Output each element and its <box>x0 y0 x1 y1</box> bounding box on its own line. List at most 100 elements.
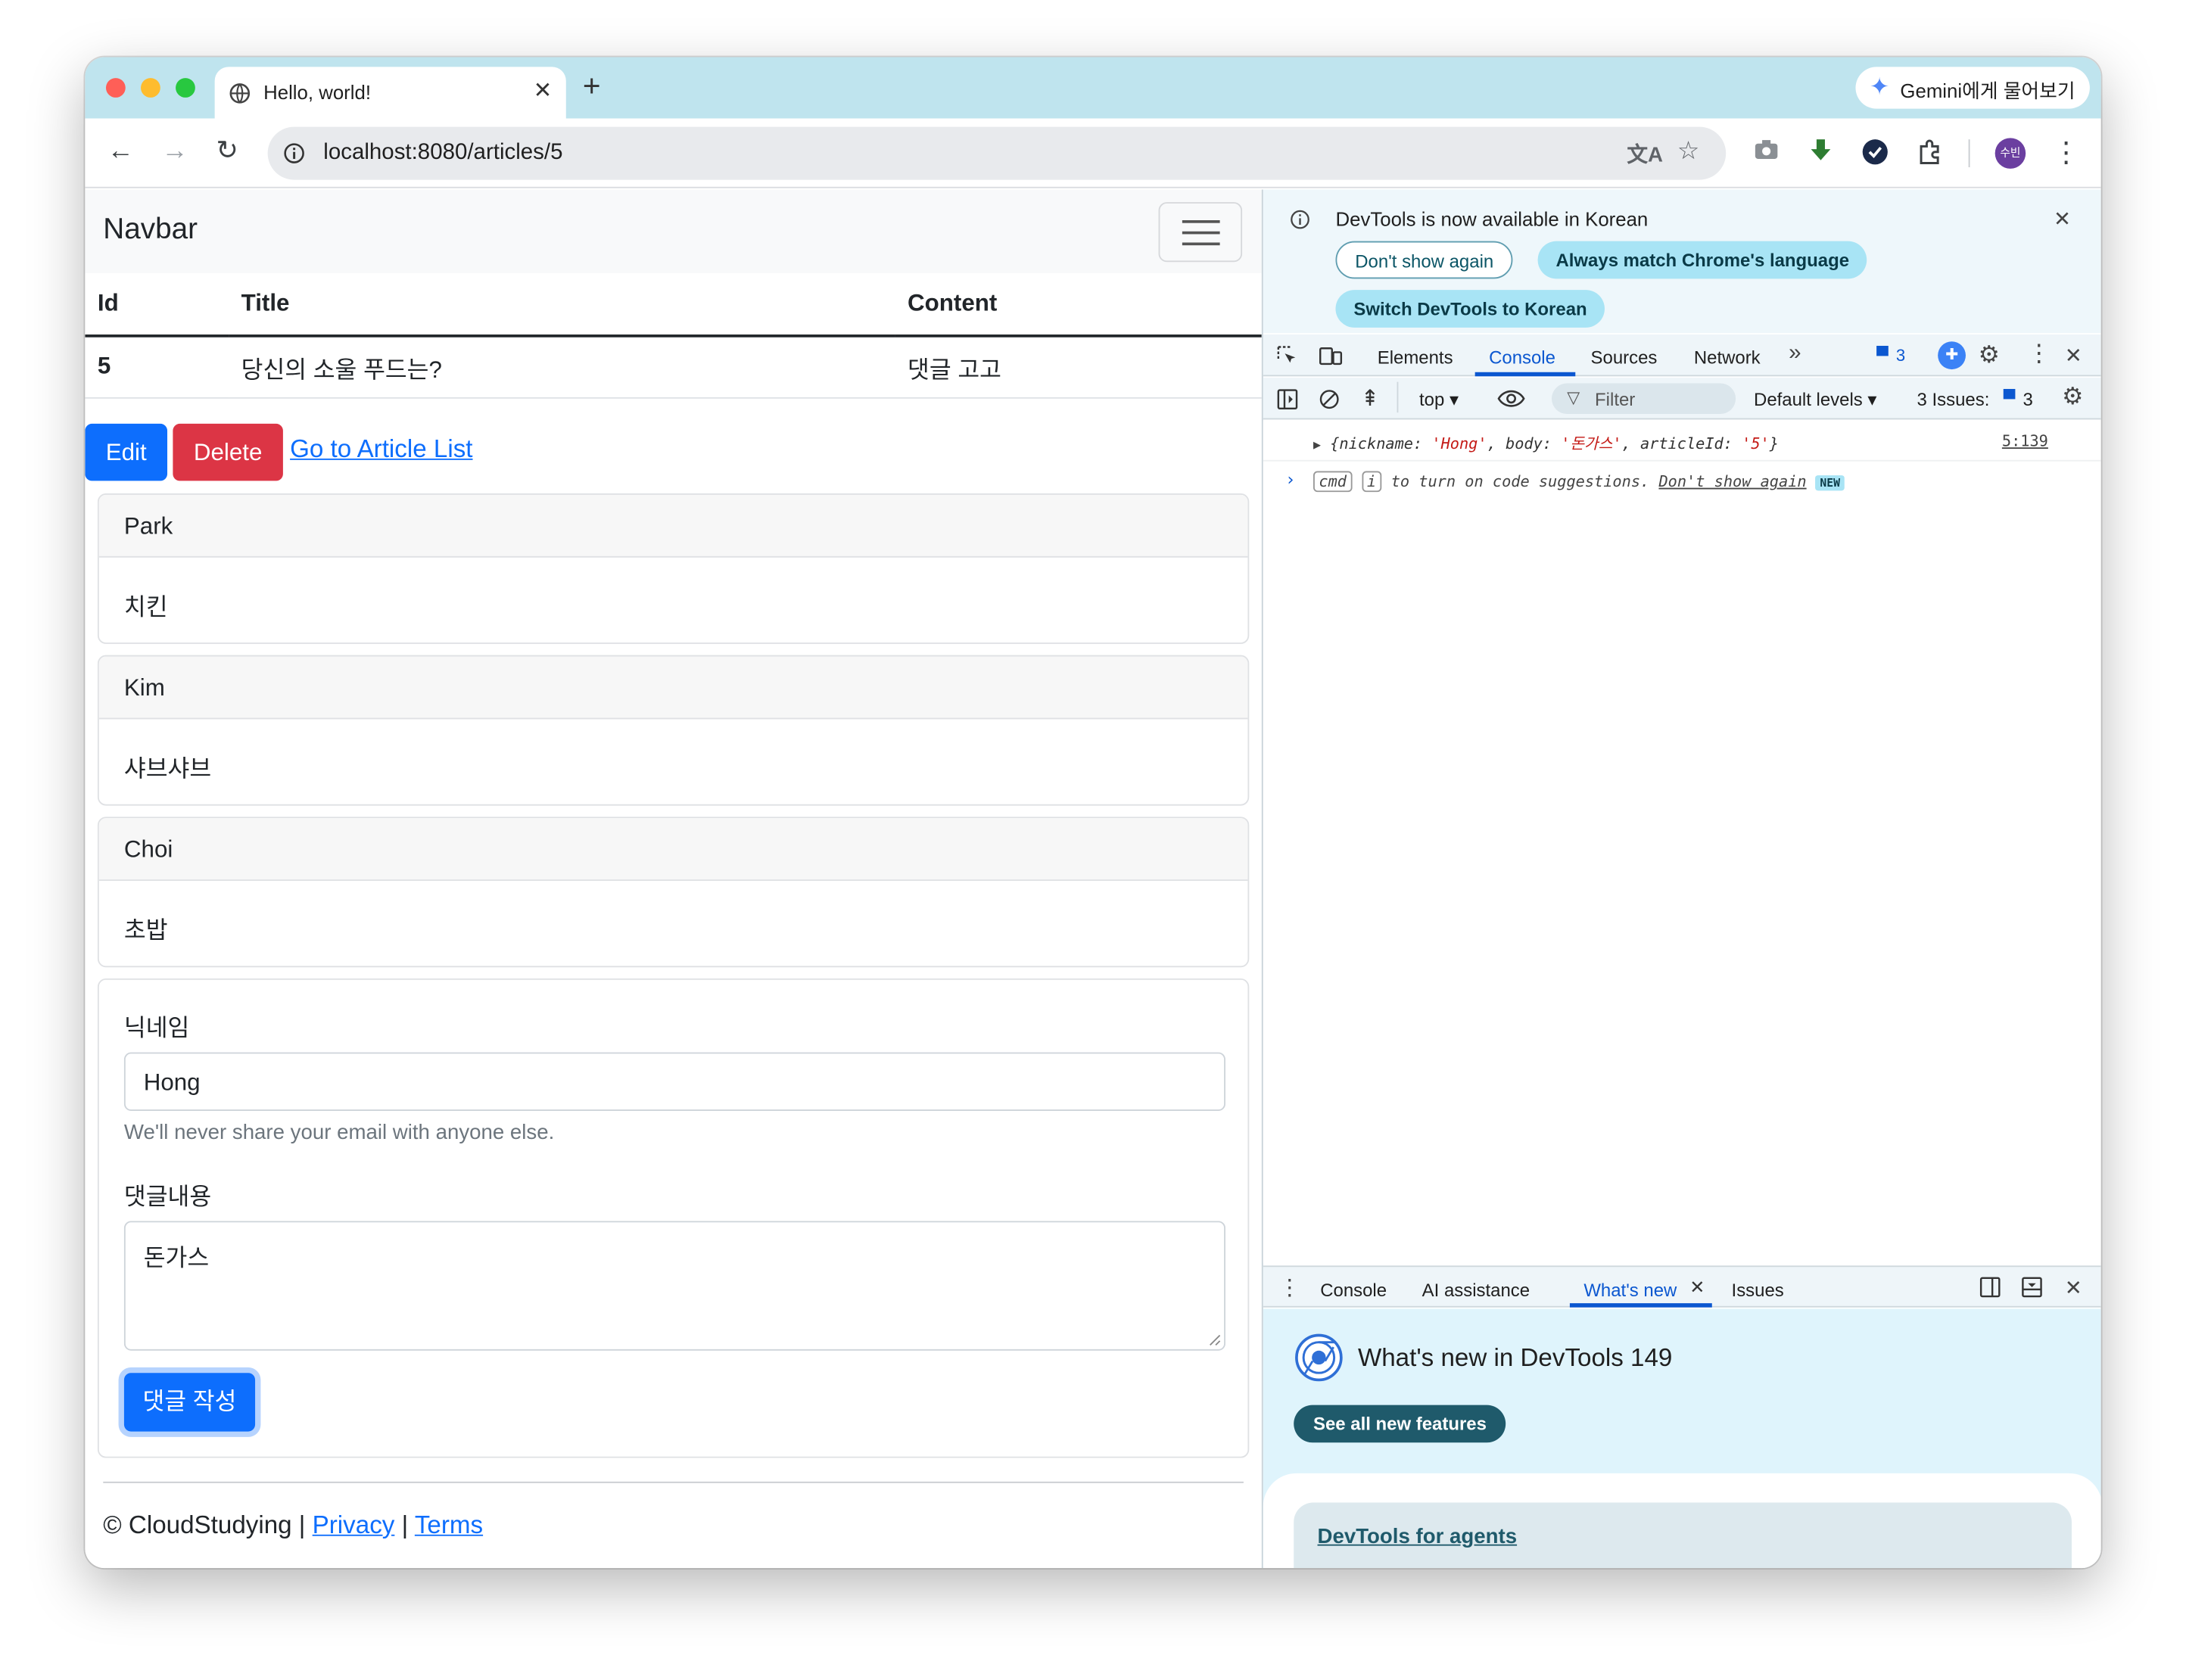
filter-icon: ▽ <box>1567 387 1580 407</box>
console-row-divider <box>1263 459 2101 462</box>
edit-button[interactable]: Edit <box>85 423 168 481</box>
drawer-tab-ai-assistance[interactable]: AI assistance <box>1422 1280 1530 1301</box>
ai-assistant-icon[interactable]: ✚ <box>1938 341 1966 370</box>
more-tabs-icon[interactable]: » <box>1789 341 1801 366</box>
minimize-window-button[interactable] <box>141 78 160 98</box>
tab-console[interactable]: Console <box>1489 347 1555 369</box>
feature-card[interactable]: DevTools for agents <box>1294 1502 2072 1569</box>
drawer-menu-icon[interactable]: ⋮ <box>1278 1274 1300 1302</box>
comment-body: 치킨 <box>123 593 168 621</box>
device-toolbar-icon[interactable] <box>1319 346 1343 367</box>
table-row: 5 당신의 소울 푸드는? 댓글 고고 <box>85 335 1262 398</box>
gemini-button[interactable]: ✦ Gemini에게 물어보기 <box>1855 67 2090 109</box>
tab-title: Hello, world! <box>263 80 371 104</box>
drawer-tab-console[interactable]: Console <box>1320 1280 1387 1301</box>
navbar-brand[interactable]: Navbar <box>103 213 198 247</box>
article-list-link[interactable]: Go to Article List <box>290 435 472 465</box>
article-id: 5 <box>85 335 229 398</box>
cmd-key: cmd <box>1313 471 1353 493</box>
check-icon[interactable] <box>1860 138 1891 169</box>
see-all-features-button[interactable]: See all new features <box>1294 1405 1506 1443</box>
back-icon[interactable]: ← <box>107 137 134 166</box>
expand-triangle-icon[interactable]: ▶ <box>1313 439 1321 453</box>
close-window-button[interactable] <box>105 78 126 98</box>
log-value: '돈가스' <box>1561 434 1622 453</box>
devtools-panel: DevTools is now available in Korean ✕ Do… <box>1261 189 2101 1569</box>
address-bar[interactable]: localhost:8080/articles/5 文A ☆ <box>267 126 1727 180</box>
table-header-row: Id Title Content <box>85 273 1262 338</box>
new-tab-button[interactable]: + <box>583 70 601 102</box>
tab-elements[interactable]: Elements <box>1378 347 1453 369</box>
context-selector[interactable]: top ▾ <box>1419 389 1459 411</box>
devtools-for-agents-link[interactable]: DevTools for agents <box>1318 1525 1518 1548</box>
sidebar-icon[interactable] <box>1277 389 1298 410</box>
clear-console-icon[interactable] <box>1319 389 1340 410</box>
filter-placeholder: Filter <box>1595 388 1636 410</box>
i-key: i <box>1361 471 1382 493</box>
comment-card: Kim 샤브샤브 <box>97 655 1250 806</box>
privacy-link[interactable]: Privacy <box>313 1511 395 1539</box>
log-value: 'Hong' <box>1431 434 1487 453</box>
close-devtools-icon[interactable]: ✕ <box>2065 343 2082 368</box>
close-drawer-icon[interactable]: ✕ <box>2065 1275 2082 1300</box>
comment-body: 샤브샤브 <box>123 755 212 782</box>
footer-separator: | <box>401 1510 409 1539</box>
devtools-more-icon[interactable]: ⋮ <box>2027 340 2051 368</box>
switch-to-korean-button[interactable]: Switch DevTools to Korean <box>1335 290 1605 328</box>
tab-sources[interactable]: Sources <box>1591 347 1658 369</box>
console-log-entry[interactable]: ▶ {nickname: 'Hong', body: '돈가스', articl… <box>1313 432 1779 454</box>
profile-avatar[interactable]: 수빈 <box>1994 138 2026 169</box>
camera-icon[interactable] <box>1751 138 1782 169</box>
comment-nickname: Choi <box>98 818 1248 882</box>
translate-icon[interactable]: 文A <box>1627 139 1663 169</box>
nickname-input[interactable]: Hong <box>123 1052 1225 1111</box>
star-icon[interactable]: ☆ <box>1677 137 1700 166</box>
browser-tab[interactable]: Hello, world! ✕ <box>214 67 566 119</box>
eye-icon[interactable] <box>1497 389 1525 409</box>
download-icon[interactable] <box>1805 138 1836 169</box>
extensions-icon[interactable] <box>1914 138 1945 169</box>
filter-input[interactable]: ▽ Filter <box>1551 383 1736 415</box>
submit-comment-button[interactable]: 댓글 작성 <box>123 1373 256 1432</box>
infobar-close-icon[interactable]: ✕ <box>2054 207 2071 231</box>
gear-icon[interactable]: ⚙ <box>1979 341 2000 369</box>
drawer-tab-whats-new[interactable]: What's new <box>1583 1280 1677 1301</box>
hint-dont-show-link[interactable]: Don't show again <box>1658 472 1806 490</box>
comment-body-value: 돈가스 <box>143 1244 210 1271</box>
always-match-language-button[interactable]: Always match Chrome's language <box>1537 241 1868 279</box>
forward-icon[interactable]: → <box>162 137 188 166</box>
comment-body-textarea[interactable]: 돈가스 <box>123 1221 1225 1351</box>
log-source-link[interactable]: 5:139 <box>2002 432 2048 450</box>
delete-button[interactable]: Delete <box>173 423 283 481</box>
filter-toggle-icon[interactable]: ⇞ <box>1361 384 1380 412</box>
log-brace-open: { <box>1330 434 1340 453</box>
close-whats-new-icon[interactable]: ✕ <box>1689 1277 1705 1299</box>
url-text: localhost:8080/articles/5 <box>323 141 563 165</box>
console-settings-icon[interactable]: ⚙ <box>2062 384 2083 412</box>
tab-network[interactable]: Network <box>1694 347 1761 369</box>
issues-label[interactable]: 3 Issues: <box>1917 389 1990 410</box>
drawer-tab-issues[interactable]: Issues <box>1732 1280 1784 1301</box>
log-levels-dropdown[interactable]: Default levels ▾ <box>1754 389 1876 411</box>
reload-icon[interactable]: ↻ <box>216 137 238 166</box>
tab-close-icon[interactable]: ✕ <box>534 76 553 104</box>
info-icon <box>1291 210 1309 229</box>
resize-handle-icon[interactable] <box>1209 1334 1222 1347</box>
footer-divider <box>103 1481 1244 1483</box>
article-table: Id Title Content 5 당신의 소울 푸드는? 댓글 고고 <box>85 273 1262 398</box>
more-icon[interactable]: ⋮ <box>2051 138 2082 169</box>
site-info-icon[interactable] <box>283 142 305 164</box>
messages-icon[interactable]: ▀ <box>1876 346 1889 366</box>
inspect-icon[interactable] <box>1277 346 1298 367</box>
log-key: body <box>1506 434 1543 453</box>
navbar-toggler-button[interactable] <box>1158 202 1243 263</box>
terms-link[interactable]: Terms <box>415 1511 483 1539</box>
dock-side-icon[interactable] <box>1979 1277 2001 1298</box>
dont-show-again-button[interactable]: Don't show again <box>1335 241 1513 279</box>
drawer-active-indicator <box>1569 1303 1712 1308</box>
log-brace-close: } <box>1769 434 1779 453</box>
maximize-window-button[interactable] <box>176 78 195 98</box>
dock-bottom-icon[interactable] <box>2022 1277 2043 1298</box>
gemini-label: Gemini에게 물어보기 <box>1900 79 2075 102</box>
screenshot-stage: Hello, world! ✕ + ✦ Gemini에게 물어보기 ← → ↻ … <box>0 0 2186 1680</box>
